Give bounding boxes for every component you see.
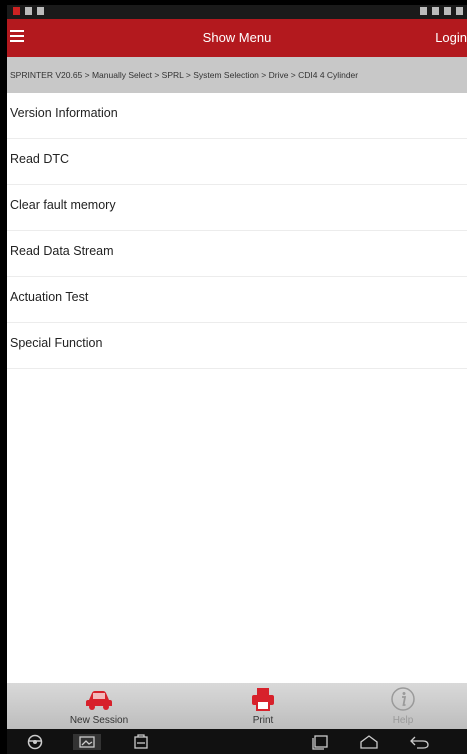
- breadcrumb: SPRINTER V20.65 > Manually Select > SPRL…: [7, 57, 467, 93]
- menu-item-version-information[interactable]: Version Information: [7, 93, 467, 139]
- menu-item-read-data-stream[interactable]: Read Data Stream: [7, 231, 467, 277]
- print-label: Print: [252, 715, 274, 726]
- device-frame: Show Menu Login SPRINTER V20.65 > Manual…: [0, 0, 467, 754]
- app-notification-icon: [13, 7, 20, 15]
- vci-device-icon[interactable]: [133, 734, 149, 750]
- status-bar: [7, 5, 467, 19]
- status-bar-left-icons: [13, 7, 44, 15]
- steering-wheel-icon[interactable]: [27, 734, 43, 750]
- recent-apps-icon[interactable]: [311, 734, 329, 750]
- menu-item-special-function[interactable]: Special Function: [7, 323, 467, 369]
- menu-item-read-dtc[interactable]: Read DTC: [7, 139, 467, 185]
- new-session-label: New Session: [69, 715, 129, 726]
- menu-item-clear-fault-memory[interactable]: Clear fault memory: [7, 185, 467, 231]
- download-icon: [25, 7, 32, 15]
- menu-item-actuation-test[interactable]: Actuation Test: [7, 277, 467, 323]
- page-title: Show Menu: [202, 30, 272, 45]
- printer-icon: [252, 688, 274, 711]
- bluetooth-icon: [432, 7, 439, 15]
- screenshot-icon[interactable]: [73, 734, 101, 750]
- wifi-icon: [444, 7, 451, 15]
- help-button[interactable]: Help: [343, 683, 463, 729]
- help-label: Help: [392, 715, 414, 726]
- function-menu-list: Version Information Read DTC Clear fault…: [7, 93, 467, 369]
- bottom-toolbar: New Session Print Help: [7, 683, 467, 729]
- status-bar-right-icons: [420, 7, 463, 15]
- back-icon[interactable]: [409, 734, 431, 750]
- print-button[interactable]: Print: [203, 683, 323, 729]
- battery-icon: [456, 7, 463, 15]
- home-icon[interactable]: [359, 734, 379, 750]
- title-bar: Show Menu Login: [7, 19, 467, 57]
- signal-icon: [420, 7, 427, 15]
- system-nav-bar: [7, 729, 467, 754]
- app-screen: Show Menu Login SPRINTER V20.65 > Manual…: [7, 5, 467, 754]
- new-session-button[interactable]: New Session: [39, 683, 159, 729]
- info-icon: [391, 687, 415, 711]
- lock-icon: [37, 7, 44, 15]
- car-icon: [86, 691, 112, 710]
- login-button[interactable]: Login: [435, 30, 467, 45]
